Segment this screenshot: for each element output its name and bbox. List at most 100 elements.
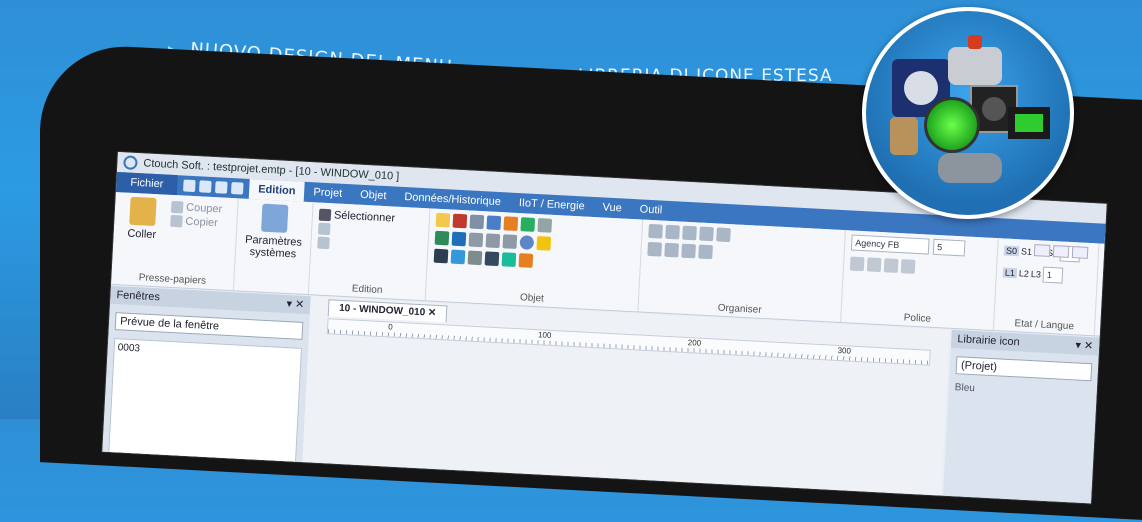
lang-l1-button[interactable]: L1 [1002,267,1018,279]
list-icon[interactable] [537,218,553,233]
window-icon[interactable] [199,180,212,193]
paste-button[interactable]: Coller [118,196,166,272]
align-top-icon[interactable] [699,226,714,242]
text-icon[interactable] [433,248,449,264]
lang-l3-button[interactable]: L3 [1031,269,1042,280]
lang-l2-button[interactable]: L2 [1019,268,1030,279]
icon-library-title: Librairie icon [957,333,1020,349]
curve-icon[interactable] [485,233,501,249]
panel-pin-icon[interactable]: ▾ ✕ [1075,336,1094,355]
group-organiser: Organiser [638,219,846,323]
tab-vue[interactable]: Vue [593,197,631,219]
tab-projet[interactable]: Projet [304,182,352,204]
icon-library-panel: Librairie icon ▾ ✕ (Projet) Bleu [941,329,1100,504]
picture-icon[interactable] [450,249,466,265]
ruler-mark-100: 100 [537,330,552,340]
star-icon[interactable] [536,236,552,251]
italic-icon[interactable] [866,257,882,273]
image-icon[interactable] [503,216,519,232]
align-center-icon[interactable] [665,224,680,240]
redo-icon[interactable] [230,181,244,195]
ruler-mark-300: 300 [837,345,852,356]
close-button[interactable] [1071,246,1089,259]
group-edition-label: Edition [351,283,383,297]
pump-icon [938,153,1002,183]
group-edition: Sélectionner Edition [308,202,431,301]
settings-icon [261,203,289,233]
bulb-icon[interactable] [435,212,451,228]
system-settings-label: Paramètres systèmes [244,233,303,261]
polygon-icon[interactable] [502,234,518,249]
ruler-mark-200: 200 [687,338,702,348]
group-police: Agency FB 5 Police [841,230,999,331]
circle-icon[interactable] [519,235,535,250]
cursor-icon [318,208,332,222]
maximize-button[interactable] [1052,245,1070,258]
icon-library-item[interactable]: Bleu [955,382,1091,400]
icon-library-select[interactable]: (Projet) [955,356,1093,382]
paste-label: Coller [127,227,157,242]
state-s1-button[interactable]: S1 [1021,246,1033,257]
icon-library-inset [862,7,1074,219]
align-right-icon[interactable] [682,225,697,241]
paste-icon [129,196,157,227]
link-icon [317,222,331,236]
group-clipboard: Coller Couper Copier Presse-papiers [111,191,239,291]
font-size-select[interactable]: 5 [932,238,966,257]
copy-button[interactable]: Copier [170,214,222,230]
copy-label: Copier [185,215,219,230]
rect-green-icon[interactable] [434,230,450,246]
minimize-button[interactable] [1033,244,1051,257]
copy-icon [170,214,183,228]
group-objet: Objet [425,208,644,312]
line-icon[interactable] [468,232,484,248]
tab-outil[interactable]: Outil [630,199,672,221]
color-icon[interactable] [883,258,899,273]
list-item[interactable]: 0003 [117,342,297,362]
power-button-icon [924,97,980,153]
tab-close-icon[interactable]: ✕ [428,307,437,318]
scissors-icon [170,200,184,214]
grow-font-icon[interactable] [849,256,865,272]
distribute-h-icon[interactable] [647,241,663,257]
panel-close-icon[interactable]: ▾ ✕ [286,295,305,314]
font-style-row [849,256,991,277]
ruler-mark-0: 0 [387,322,393,332]
tab-objet[interactable]: Objet [351,184,396,206]
frame-icon[interactable] [467,250,483,266]
group-icon[interactable] [681,243,696,259]
green-switch-icon [1008,107,1050,139]
quick-access-toolbar [183,179,244,195]
system-settings-button[interactable]: Paramètres systèmes [242,203,307,261]
undo-icon[interactable] [214,181,228,194]
document-tab-label: 10 - WINDOW_010 [338,302,426,319]
align-left-icon[interactable] [648,223,663,239]
select-label: Sélectionner [333,209,396,225]
align-bottom-icon[interactable] [716,227,731,243]
calendar-icon[interactable] [486,215,502,231]
book-icon[interactable] [518,253,534,268]
tree-icon[interactable] [452,213,468,229]
window-preview-select[interactable]: Prévue de la fenêtre [114,312,304,340]
app-logo-icon [123,155,138,171]
lang-value-input[interactable]: 1 [1042,266,1064,284]
horizontal-ruler: 0 100 200 300 [326,318,931,366]
group-etat-label: Etat / Langue [1014,318,1075,333]
rect-blue-icon[interactable] [451,231,467,247]
windows-panel-title: Fenêtres [116,289,161,304]
save-icon[interactable] [183,179,196,193]
gauge-icon[interactable] [520,217,536,232]
distribute-v-icon[interactable] [664,242,679,258]
ungroup-icon[interactable] [698,244,713,260]
wifi-icon[interactable] [501,252,517,267]
chart-icon[interactable] [469,214,485,230]
cut-button[interactable]: Couper [170,200,223,216]
font-select[interactable]: Agency FB [850,234,930,255]
valve-icon [948,35,1002,85]
barrel-sensor-icon [890,117,918,155]
grid-icon[interactable] [484,251,500,267]
align-text-icon[interactable] [900,259,916,274]
state-s0-button[interactable]: S0 [1003,245,1020,257]
cut-label: Couper [185,201,223,216]
duplicate-icon [317,236,330,250]
